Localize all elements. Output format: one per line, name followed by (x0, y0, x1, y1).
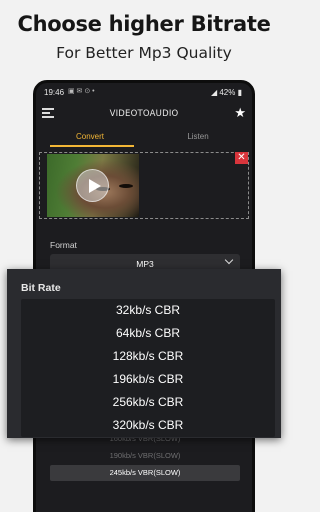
bitrate-option-64[interactable]: 64kb/s CBR (21, 322, 275, 344)
active-tab-indicator (50, 145, 134, 147)
bitrate-option-320[interactable]: 320kb/s CBR (21, 414, 275, 436)
bitrate-option-32[interactable]: 32kb/s CBR (21, 299, 275, 321)
tab-convert[interactable]: Convert (36, 132, 144, 141)
bitrate-options-list: 32kb/s CBR 64kb/s CBR 128kb/s CBR 196kb/… (21, 299, 275, 437)
app-logo: VIDEOTOAUDIO (109, 109, 179, 119)
bitrate-option-190-vbr[interactable]: 190kb/s VBR(SLOW) (50, 448, 240, 464)
bitrate-option-196[interactable]: 196kb/s CBR (21, 368, 275, 390)
dialog-title: Bit Rate (21, 282, 61, 294)
bitrate-option-128[interactable]: 128kb/s CBR (21, 345, 275, 367)
format-label: Format (50, 240, 77, 250)
star-icon[interactable]: ★ (234, 105, 246, 121)
video-thumbnail[interactable] (47, 154, 139, 217)
video-preview: ✕ (39, 152, 249, 219)
promo-headline: Choose higher Bitrate (17, 12, 271, 36)
bitrate-dialog: Bit Rate 32kb/s CBR 64kb/s CBR 128kb/s C… (7, 269, 281, 438)
battery-status: ◢ 42% ▮ (211, 88, 242, 97)
bitrate-option-256[interactable]: 256kb/s CBR (21, 391, 275, 413)
status-time: 19:46 (44, 88, 65, 97)
status-bar: 19:46 ▣ ✉ ⊙ • ◢ 42% ▮ (36, 83, 252, 101)
format-value: MP3 (136, 259, 154, 269)
battery-percent: 42% (219, 88, 236, 97)
notification-icons: ▣ ✉ ⊙ • (68, 88, 95, 95)
play-icon[interactable] (76, 169, 109, 202)
bitrate-option-245-vbr[interactable]: 245kb/s VBR(SLOW) (50, 465, 240, 481)
app-bar: VIDEOTOAUDIO ★ (36, 103, 252, 127)
battery-icon: ▮ (235, 88, 242, 97)
close-icon[interactable]: ✕ (235, 152, 248, 164)
tab-listen[interactable]: Listen (144, 132, 252, 141)
promo-subtitle: For Better Mp3 Quality (56, 44, 232, 62)
tab-bar: Convert Listen (36, 129, 252, 149)
